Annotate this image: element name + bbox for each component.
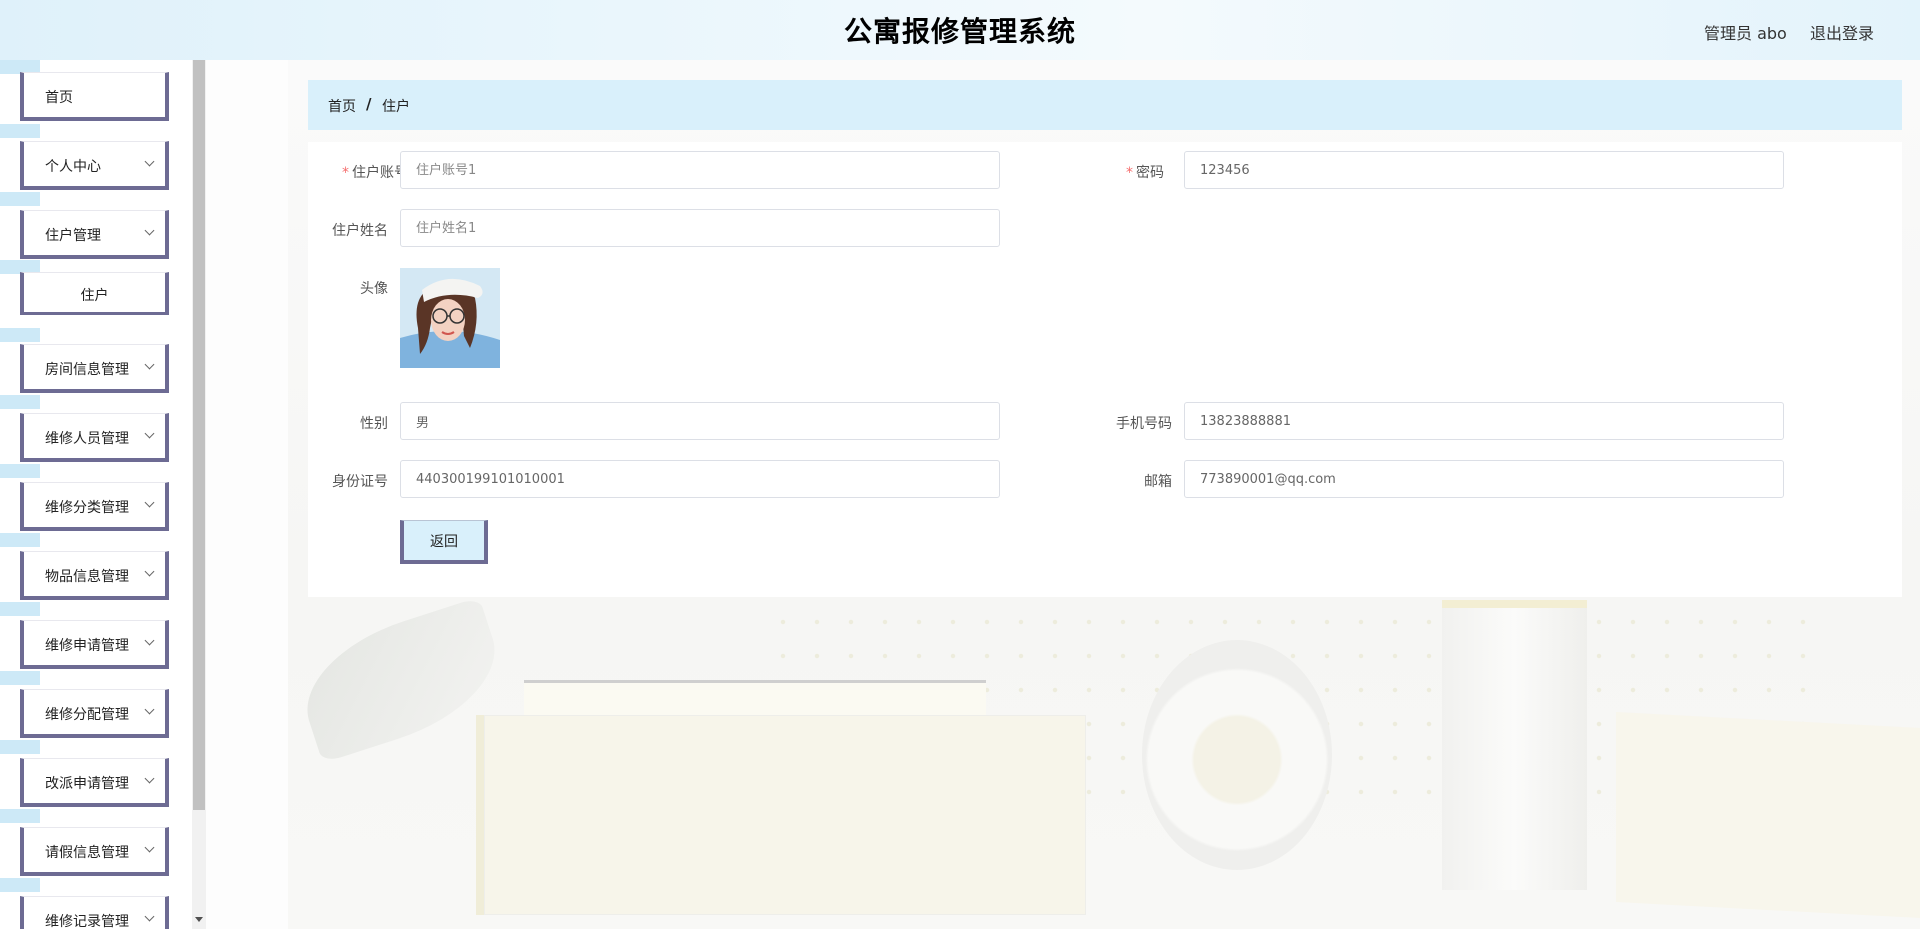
name-input[interactable] <box>400 209 1000 247</box>
chevron-down-icon <box>144 635 155 646</box>
top-header: 公寓报修管理系统 管理员 abo 退出登录 <box>0 0 1920 60</box>
sidebar-accent <box>0 328 40 342</box>
sidebar-item-label: 维修记录管理 <box>45 914 129 929</box>
sidebar-accent <box>0 671 40 685</box>
sidebar-item-resident-management[interactable]: 住户管理 <box>20 210 169 259</box>
password-input[interactable] <box>1184 151 1784 189</box>
scroll-down-arrow-icon[interactable] <box>195 917 203 922</box>
chevron-down-icon <box>144 911 155 922</box>
sidebar-item-label: 维修分配管理 <box>45 707 129 723</box>
sidebar-item-reassign-request[interactable]: 改派申请管理 <box>20 758 169 807</box>
avatar-image <box>400 268 500 368</box>
sidebar-item-home[interactable]: 首页 <box>20 72 169 121</box>
current-user: 管理员 abo <box>1704 24 1787 43</box>
sidebar-item-label: 首页 <box>45 90 73 106</box>
phone-input[interactable] <box>1184 402 1784 440</box>
name-label-text: 住户姓名 <box>332 223 388 239</box>
id-card-label: 身份证号 <box>288 471 388 491</box>
gender-label: 性别 <box>288 413 388 433</box>
phone-label-text: 手机号码 <box>1116 416 1172 432</box>
sidebar-item-label: 住户 <box>80 288 109 304</box>
sidebar-item-repair-category[interactable]: 维修分类管理 <box>20 482 169 531</box>
avatar-label-text: 头像 <box>360 281 388 297</box>
background-decoration <box>1142 640 1332 870</box>
sidebar-item-repair-assignment[interactable]: 维修分配管理 <box>20 689 169 738</box>
sidebar-accent <box>0 878 40 892</box>
sidebar-item-label: 维修分类管理 <box>45 500 129 516</box>
sidebar-item-repair-records[interactable]: 维修记录管理 <box>20 896 169 929</box>
chevron-down-icon <box>144 842 155 853</box>
sidebar-accent <box>0 464 40 478</box>
breadcrumb-home[interactable]: 首页 <box>328 96 356 116</box>
chevron-down-icon <box>144 704 155 715</box>
background-decoration <box>476 715 1086 915</box>
sidebar-accent <box>0 395 40 409</box>
chevron-down-icon <box>144 428 155 439</box>
logout-link[interactable]: 退出登录 <box>1810 20 1874 44</box>
password-label-text: 密码 <box>1136 165 1164 181</box>
name-label: 住户姓名 <box>288 220 388 240</box>
chevron-down-icon <box>144 156 155 167</box>
chevron-down-icon <box>144 225 155 236</box>
id-card-label-text: 身份证号 <box>332 474 388 490</box>
sidebar-accent <box>0 602 40 616</box>
sidebar-accent <box>0 809 40 823</box>
required-mark: * <box>342 165 349 181</box>
gender-input[interactable] <box>400 402 1000 440</box>
background-decoration <box>1616 712 1920 918</box>
phone-label: 手机号码 <box>1072 413 1172 433</box>
password-label: * 密码 <box>1064 162 1164 182</box>
back-button[interactable]: 返回 <box>400 520 488 564</box>
chevron-down-icon <box>144 773 155 784</box>
sidebar-item-leave-info[interactable]: 请假信息管理 <box>20 827 169 876</box>
sidebar-item-label: 住户管理 <box>45 228 101 244</box>
chevron-down-icon <box>144 359 155 370</box>
email-label: 邮箱 <box>1072 471 1172 491</box>
sidebar-item-repair-staff[interactable]: 维修人员管理 <box>20 413 169 462</box>
required-mark: * <box>1126 165 1133 181</box>
sidebar-accent <box>0 192 40 206</box>
sidebar-item-label: 请假信息管理 <box>45 845 129 861</box>
breadcrumb-current: 住户 <box>382 99 410 115</box>
background-decoration <box>1442 600 1587 890</box>
sidebar-item-label: 维修人员管理 <box>45 431 129 447</box>
app-title: 公寓报修管理系统 <box>843 15 1076 48</box>
account-label: * 住户账号 <box>308 162 408 182</box>
email-label-text: 邮箱 <box>1144 474 1172 490</box>
sidebar-accent <box>0 124 40 138</box>
sidebar-item-label: 改派申请管理 <box>45 776 129 792</box>
main-content: 首页 / 住户 *住户账号 *密码 住户姓名 头像 <box>206 60 1920 929</box>
sidebar-item-item-info[interactable]: 物品信息管理 <box>20 551 169 600</box>
account-input[interactable] <box>400 151 1000 189</box>
sidebar-item-label: 房间信息管理 <box>45 362 129 378</box>
breadcrumb: 首页 / 住户 <box>308 80 1902 130</box>
avatar-label: 头像 <box>288 278 388 298</box>
sidebar-item-personal-center[interactable]: 个人中心 <box>20 141 169 190</box>
sidebar-item-room-info[interactable]: 房间信息管理 <box>20 344 169 393</box>
sidebar-subitem-resident[interactable]: 住户 <box>20 272 169 315</box>
sidebar-item-label: 维修申请管理 <box>45 638 129 654</box>
chevron-down-icon <box>144 497 155 508</box>
sidebar-item-repair-request[interactable]: 维修申请管理 <box>20 620 169 669</box>
sidebar-item-label: 个人中心 <box>45 159 101 175</box>
sidebar: 首页 个人中心 住户管理 住户 房间信息管理 维修人员管理 维修分类管理 物品信… <box>0 60 192 929</box>
resident-detail-form: *住户账号 *密码 住户姓名 头像 <box>308 142 1902 597</box>
sidebar-item-label: 物品信息管理 <box>45 569 129 585</box>
sidebar-accent <box>0 740 40 754</box>
email-input[interactable] <box>1184 460 1784 498</box>
sidebar-accent <box>0 533 40 547</box>
gender-label-text: 性别 <box>360 416 388 432</box>
id-card-input[interactable] <box>400 460 1000 498</box>
chevron-down-icon <box>144 566 155 577</box>
sidebar-scrollbar-thumb[interactable] <box>193 60 205 810</box>
avatar-photo <box>400 268 500 368</box>
breadcrumb-separator: / <box>366 95 372 113</box>
background-decoration <box>524 680 986 720</box>
